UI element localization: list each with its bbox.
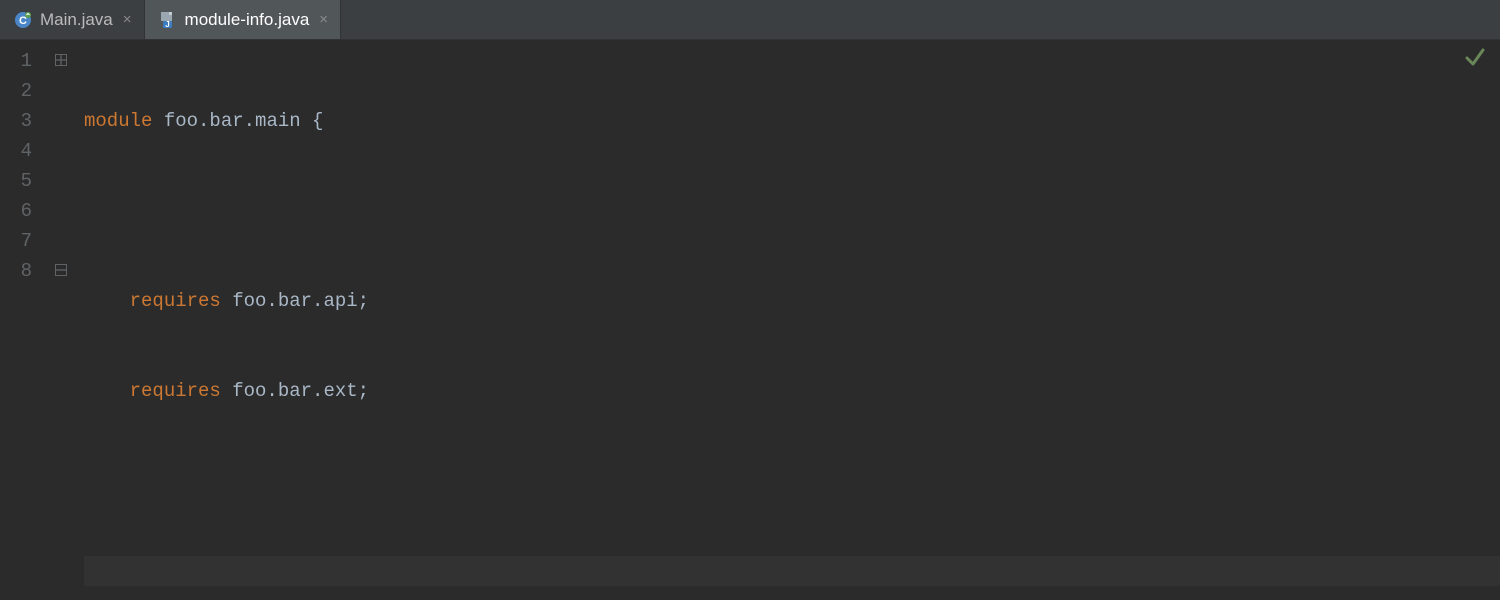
line-gutter: 1 2 3 4 5 6 7 8	[0, 40, 50, 600]
tab-module-info-java[interactable]: J module-info.java ×	[145, 0, 342, 39]
code-line	[84, 196, 1500, 226]
line-number: 6	[0, 196, 50, 226]
code-line	[84, 466, 1500, 496]
line-number: 3	[0, 106, 50, 136]
class-icon: C	[14, 11, 32, 29]
line-number: 7	[0, 226, 50, 256]
code-area[interactable]: module foo.bar.main { requires foo.bar.a…	[84, 40, 1500, 600]
fold-column	[50, 40, 84, 600]
svg-text:J: J	[165, 20, 169, 29]
analysis-ok-icon[interactable]	[1464, 46, 1486, 74]
line-number: 8	[0, 256, 50, 286]
code-line: requires foo.bar.ext;	[84, 376, 1500, 406]
code-line: requires foo.bar.api;	[84, 286, 1500, 316]
line-number: 2	[0, 76, 50, 106]
fold-open-icon[interactable]	[54, 53, 68, 67]
close-icon[interactable]: ×	[121, 11, 134, 28]
code-editor[interactable]: 1 2 3 4 5 6 7 8 module foo.bar.main { re…	[0, 40, 1500, 600]
line-number: 4	[0, 136, 50, 166]
fold-close-icon[interactable]	[54, 263, 68, 277]
java-file-icon: J	[159, 11, 177, 29]
tab-main-java[interactable]: C Main.java ×	[0, 0, 145, 39]
tab-label: Main.java	[40, 10, 113, 30]
close-icon[interactable]: ×	[317, 11, 330, 28]
line-number: 5	[0, 166, 50, 196]
code-line: module foo.bar.main {	[84, 106, 1500, 136]
code-line-current	[84, 556, 1500, 586]
tab-label: module-info.java	[185, 10, 310, 30]
line-number: 1	[0, 46, 50, 76]
tab-bar: C Main.java × J module-info.java ×	[0, 0, 1500, 40]
